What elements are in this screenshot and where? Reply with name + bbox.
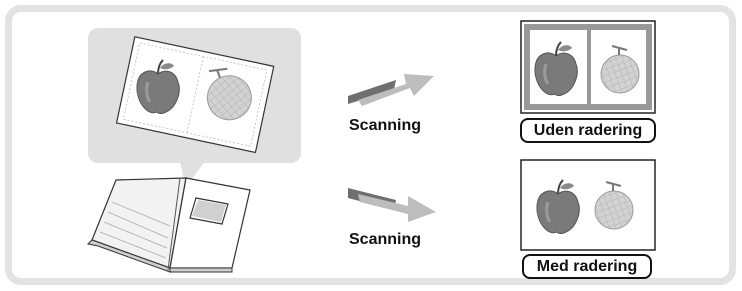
scan-label-top: Scanning — [349, 117, 422, 134]
book-icon — [86, 177, 251, 273]
speech-bubble-icon — [88, 28, 301, 188]
scan-arrow-icon — [348, 188, 436, 222]
scan-arrow-icon — [348, 74, 434, 106]
scan-label-bottom: Scanning — [349, 231, 422, 248]
result-top-image — [520, 20, 656, 114]
result-top-label: Uden radering — [520, 118, 656, 143]
result-bottom-label: Med radering — [522, 254, 652, 279]
result-bottom-image — [520, 159, 656, 251]
